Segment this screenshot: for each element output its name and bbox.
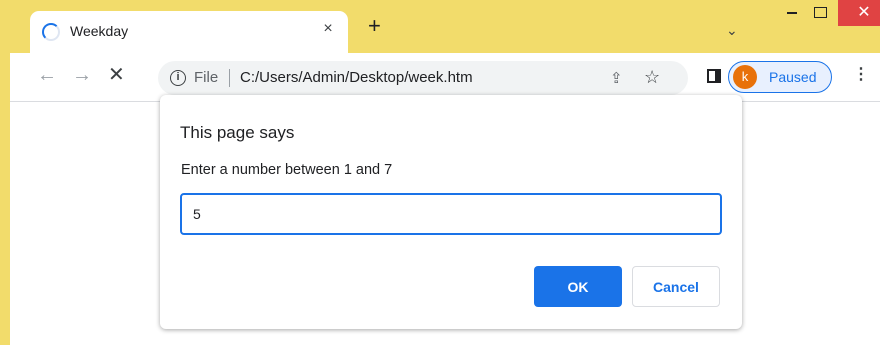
profile-status-label: Paused [769, 69, 817, 85]
maximize-button[interactable] [802, 0, 838, 26]
title-bar: Weekday × + ⌄ ✕ [10, 0, 880, 53]
tab-search-chevron-icon[interactable]: ⌄ [726, 22, 738, 39]
tab-title: Weekday [70, 23, 129, 39]
loading-spinner-icon [42, 23, 60, 41]
forward-arrow-icon[interactable]: → [72, 65, 92, 85]
window-close-button[interactable]: ✕ [838, 0, 880, 26]
bookmark-star-icon[interactable]: ☆ [644, 67, 660, 88]
dialog-title: This page says [180, 123, 295, 142]
prompt-input[interactable] [180, 193, 722, 235]
back-arrow-icon[interactable]: ← [37, 65, 57, 85]
cancel-button[interactable]: Cancel [632, 266, 720, 307]
url-text[interactable]: C:/Users/Admin/Desktop/week.htm [240, 69, 473, 86]
window-frame-left [0, 0, 10, 345]
ok-button[interactable]: OK [534, 266, 622, 307]
side-panel-icon[interactable] [707, 69, 721, 83]
scheme-divider [229, 69, 230, 87]
more-menu-icon[interactable]: ⋮ [853, 67, 869, 83]
new-tab-icon[interactable]: + [368, 15, 381, 37]
profile-button[interactable]: k Paused [728, 61, 832, 93]
stop-loading-icon[interactable]: ✕ [108, 65, 125, 85]
tab-weekday[interactable]: Weekday × [30, 11, 348, 53]
prompt-dialog: This page says Enter a number between 1 … [160, 95, 742, 329]
avatar: k [733, 65, 757, 89]
address-bar[interactable]: i File C:/Users/Admin/Desktop/week.htm ⇪… [158, 61, 688, 95]
site-info-icon[interactable]: i [170, 70, 186, 86]
scheme-label: File [194, 69, 219, 86]
tab-close-icon[interactable]: × [318, 19, 338, 39]
share-icon[interactable]: ⇪ [610, 69, 623, 87]
dialog-message: Enter a number between 1 and 7 [181, 162, 393, 178]
